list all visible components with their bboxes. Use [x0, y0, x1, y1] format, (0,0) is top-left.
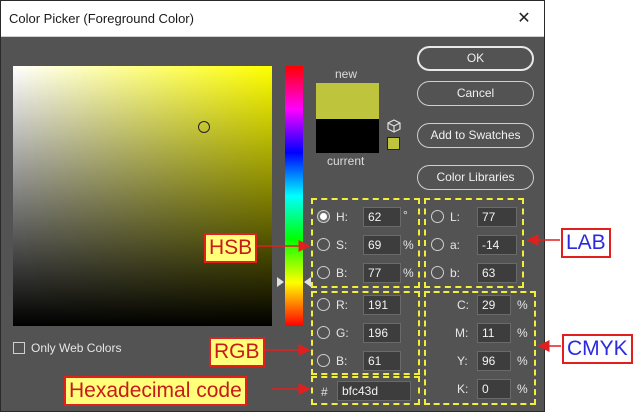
rgb-annotation-box	[311, 291, 420, 375]
add-to-swatches-button[interactable]: Add to Swatches	[417, 123, 534, 148]
hex-annotation-box	[311, 376, 420, 405]
cancel-button[interactable]: Cancel	[417, 81, 534, 106]
rgb-callout: RGB	[209, 337, 265, 367]
color-libraries-button[interactable]: Color Libraries	[417, 165, 534, 190]
cmyk-annotation-box	[424, 291, 536, 405]
color-field-cursor[interactable]	[198, 121, 210, 133]
cmyk-callout: CMYK	[562, 334, 633, 364]
ok-button[interactable]: OK	[417, 46, 534, 71]
color-field[interactable]	[13, 66, 272, 326]
only-web-colors-checkbox[interactable]	[13, 342, 25, 354]
title-bar: Color Picker (Foreground Color) ✕	[1, 1, 544, 37]
close-icon[interactable]: ✕	[512, 7, 536, 31]
hsb-annotation-box	[311, 198, 420, 288]
current-color-swatch[interactable]	[316, 119, 379, 153]
hsb-callout: HSB	[204, 233, 258, 263]
lab-annotation-box	[424, 198, 524, 288]
out-of-gamut-cube-icon[interactable]	[387, 119, 401, 133]
hex-callout: Hexadecimal code	[64, 376, 247, 406]
current-label: current	[327, 154, 365, 168]
hue-slider[interactable]	[285, 66, 303, 326]
hue-slider-handle-left[interactable]	[277, 277, 284, 287]
web-safe-swatch[interactable]	[387, 137, 400, 150]
new-label: new	[335, 67, 358, 81]
new-color-swatch	[316, 83, 379, 119]
lab-callout: LAB	[561, 228, 611, 258]
only-web-colors-label: Only Web Colors	[31, 341, 122, 355]
window-title: Color Picker (Foreground Color)	[9, 11, 194, 26]
hue-slider-handle-right[interactable]	[304, 277, 311, 287]
